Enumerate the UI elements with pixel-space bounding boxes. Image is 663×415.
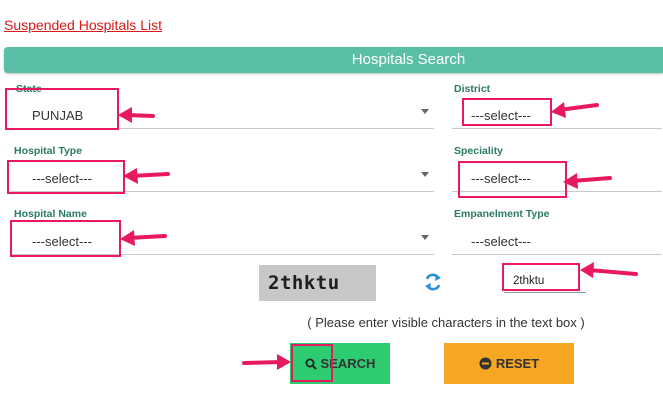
annotation-arrows: [118, 102, 638, 370]
